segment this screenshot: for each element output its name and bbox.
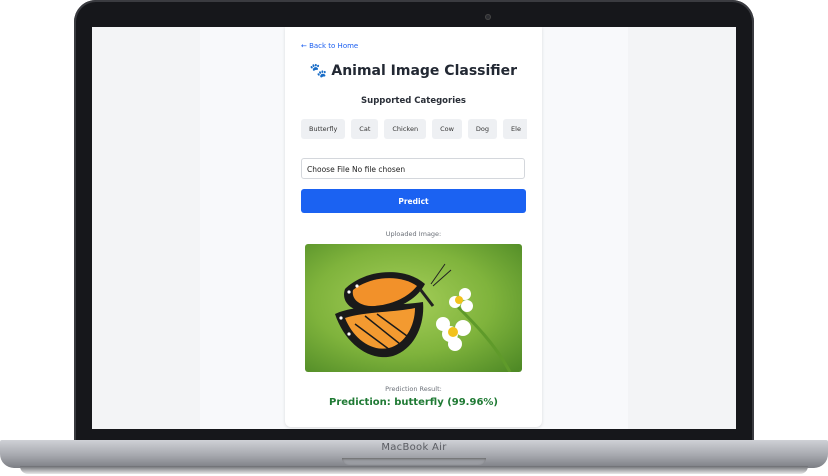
device-model-label: MacBook Air bbox=[381, 442, 447, 453]
prediction-result-label: Prediction Result: bbox=[385, 385, 442, 393]
uploaded-image bbox=[305, 244, 522, 372]
category-chip: Ele bbox=[503, 119, 527, 139]
camera-icon bbox=[485, 14, 491, 20]
categories-heading: Supported Categories bbox=[361, 96, 466, 106]
laptop-screen: ← Back to Home 🐾 Animal Image Classifier … bbox=[92, 27, 736, 429]
laptop-base-shadow bbox=[20, 466, 808, 474]
category-chip: Butterfly bbox=[301, 119, 346, 139]
classifier-card: ← Back to Home 🐾 Animal Image Classifier … bbox=[285, 27, 542, 427]
back-to-home-link[interactable]: ← Back to Home bbox=[301, 42, 358, 50]
laptop-hinge bbox=[342, 458, 486, 465]
category-chip: Cow bbox=[432, 119, 462, 139]
uploaded-image-label: Uploaded Image: bbox=[385, 230, 442, 238]
predict-button[interactable]: Predict bbox=[301, 189, 526, 213]
category-chip: Dog bbox=[467, 119, 498, 139]
file-input[interactable]: Choose File No file chosen bbox=[301, 158, 525, 179]
category-chip: Chicken bbox=[384, 119, 427, 139]
category-chip: Cat bbox=[351, 119, 379, 139]
page-title-text: Animal Image Classifier bbox=[331, 63, 518, 79]
prediction-result: Prediction: butterfly (99.96%) bbox=[329, 397, 498, 408]
category-list: Butterfly Cat Chicken Cow Dog Ele bbox=[301, 119, 527, 139]
paw-icon: 🐾 bbox=[309, 63, 328, 79]
page-title: 🐾 Animal Image Classifier bbox=[285, 63, 542, 79]
